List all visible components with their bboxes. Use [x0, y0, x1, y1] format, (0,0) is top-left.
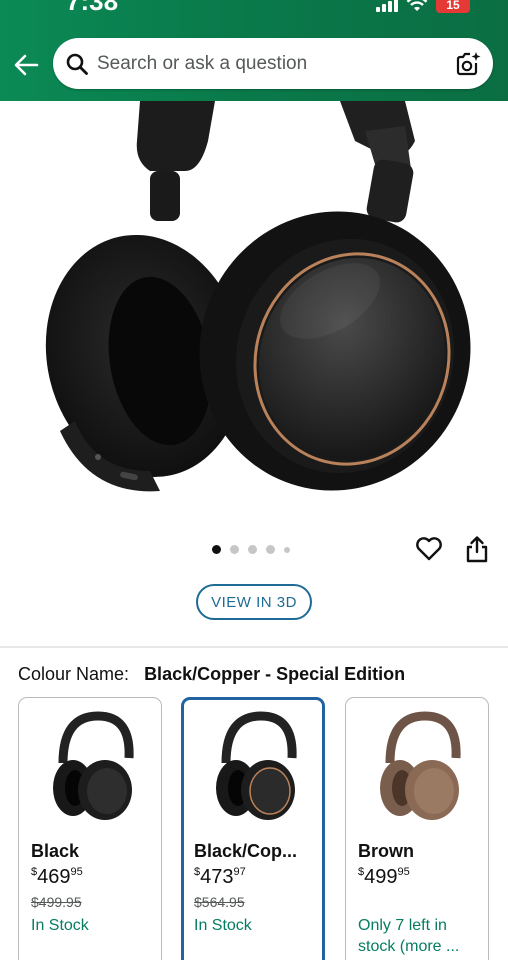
swatch-thumbnail — [53, 711, 134, 820]
status-icons: 15 — [376, 0, 470, 14]
swatch-thumbnail — [216, 711, 297, 820]
swatch-stock: In Stock — [31, 917, 89, 934]
search-bar[interactable] — [53, 38, 493, 89]
share-icon[interactable] — [465, 535, 489, 563]
search-icon — [66, 53, 88, 75]
signal-icon — [376, 0, 398, 12]
colour-name-label: Colour Name: — [18, 664, 130, 684]
swatch-name: Black — [31, 841, 80, 861]
wifi-icon — [406, 0, 428, 11]
swatch-name: Brown — [358, 841, 414, 861]
carousel-dot[interactable] — [212, 545, 221, 554]
search-input[interactable] — [97, 38, 437, 89]
back-arrow-icon[interactable] — [12, 52, 40, 78]
carousel-dot[interactable] — [248, 545, 257, 554]
swatch-price: $49995 — [358, 866, 410, 888]
carousel-dot[interactable] — [284, 546, 290, 553]
view-in-3d-button[interactable]: VIEW IN 3D — [196, 584, 312, 620]
status-time: 7:38 — [66, 0, 119, 16]
swatch-old-price: $499.95 — [31, 894, 82, 910]
colour-name-value: Black/Copper - Special Edition — [144, 664, 406, 684]
swatch-price: $47397 — [194, 866, 246, 888]
colour-swatch-brown[interactable]: Brown $49995 Only 7 left in stock (more … — [345, 697, 489, 960]
swatch-price: $46995 — [31, 866, 83, 888]
carousel-dot[interactable] — [266, 545, 275, 554]
camera-lens-icon[interactable] — [455, 51, 481, 77]
swatch-stock: Only 7 left in stock (more ... — [358, 917, 460, 955]
colour-swatch-black[interactable]: Black $46995 $499.95 In Stock — [18, 697, 162, 960]
carousel-dot[interactable] — [230, 545, 239, 554]
product-image[interactable] — [0, 101, 508, 521]
top-header: 7:38 15 — [0, 0, 508, 101]
section-divider — [0, 646, 508, 648]
swatch-name: Black/Cop... — [194, 841, 298, 861]
swatch-thumbnail — [380, 711, 461, 820]
colour-swatch-black-copper[interactable]: Black/Cop... $47397 $564.95 In Stock — [181, 697, 325, 960]
colour-name-row: Colour Name: Black/Copper - Special Edit… — [18, 664, 405, 685]
swatch-stock: In Stock — [194, 917, 252, 934]
heart-icon[interactable] — [415, 536, 443, 562]
image-carousel-dots[interactable] — [212, 545, 290, 554]
swatch-old-price: $564.95 — [194, 894, 245, 910]
battery-indicator: 15 — [436, 0, 470, 13]
